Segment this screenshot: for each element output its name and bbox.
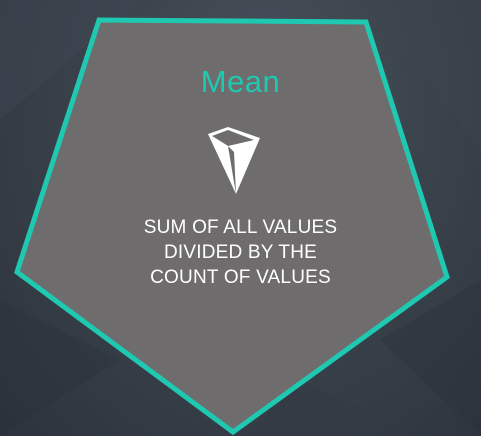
concept-title: Mean bbox=[200, 64, 281, 99]
definition-line-1: SUM OF ALL VALUES bbox=[143, 217, 338, 238]
definition-line-2: DIVIDED BY THE bbox=[163, 242, 318, 263]
diamond-gem-icon bbox=[208, 127, 260, 194]
definition-text: SUM OF ALL VALUES DIVIDED BY THE COUNT O… bbox=[90, 215, 391, 290]
definition-line-3: COUNT OF VALUES bbox=[150, 267, 331, 288]
